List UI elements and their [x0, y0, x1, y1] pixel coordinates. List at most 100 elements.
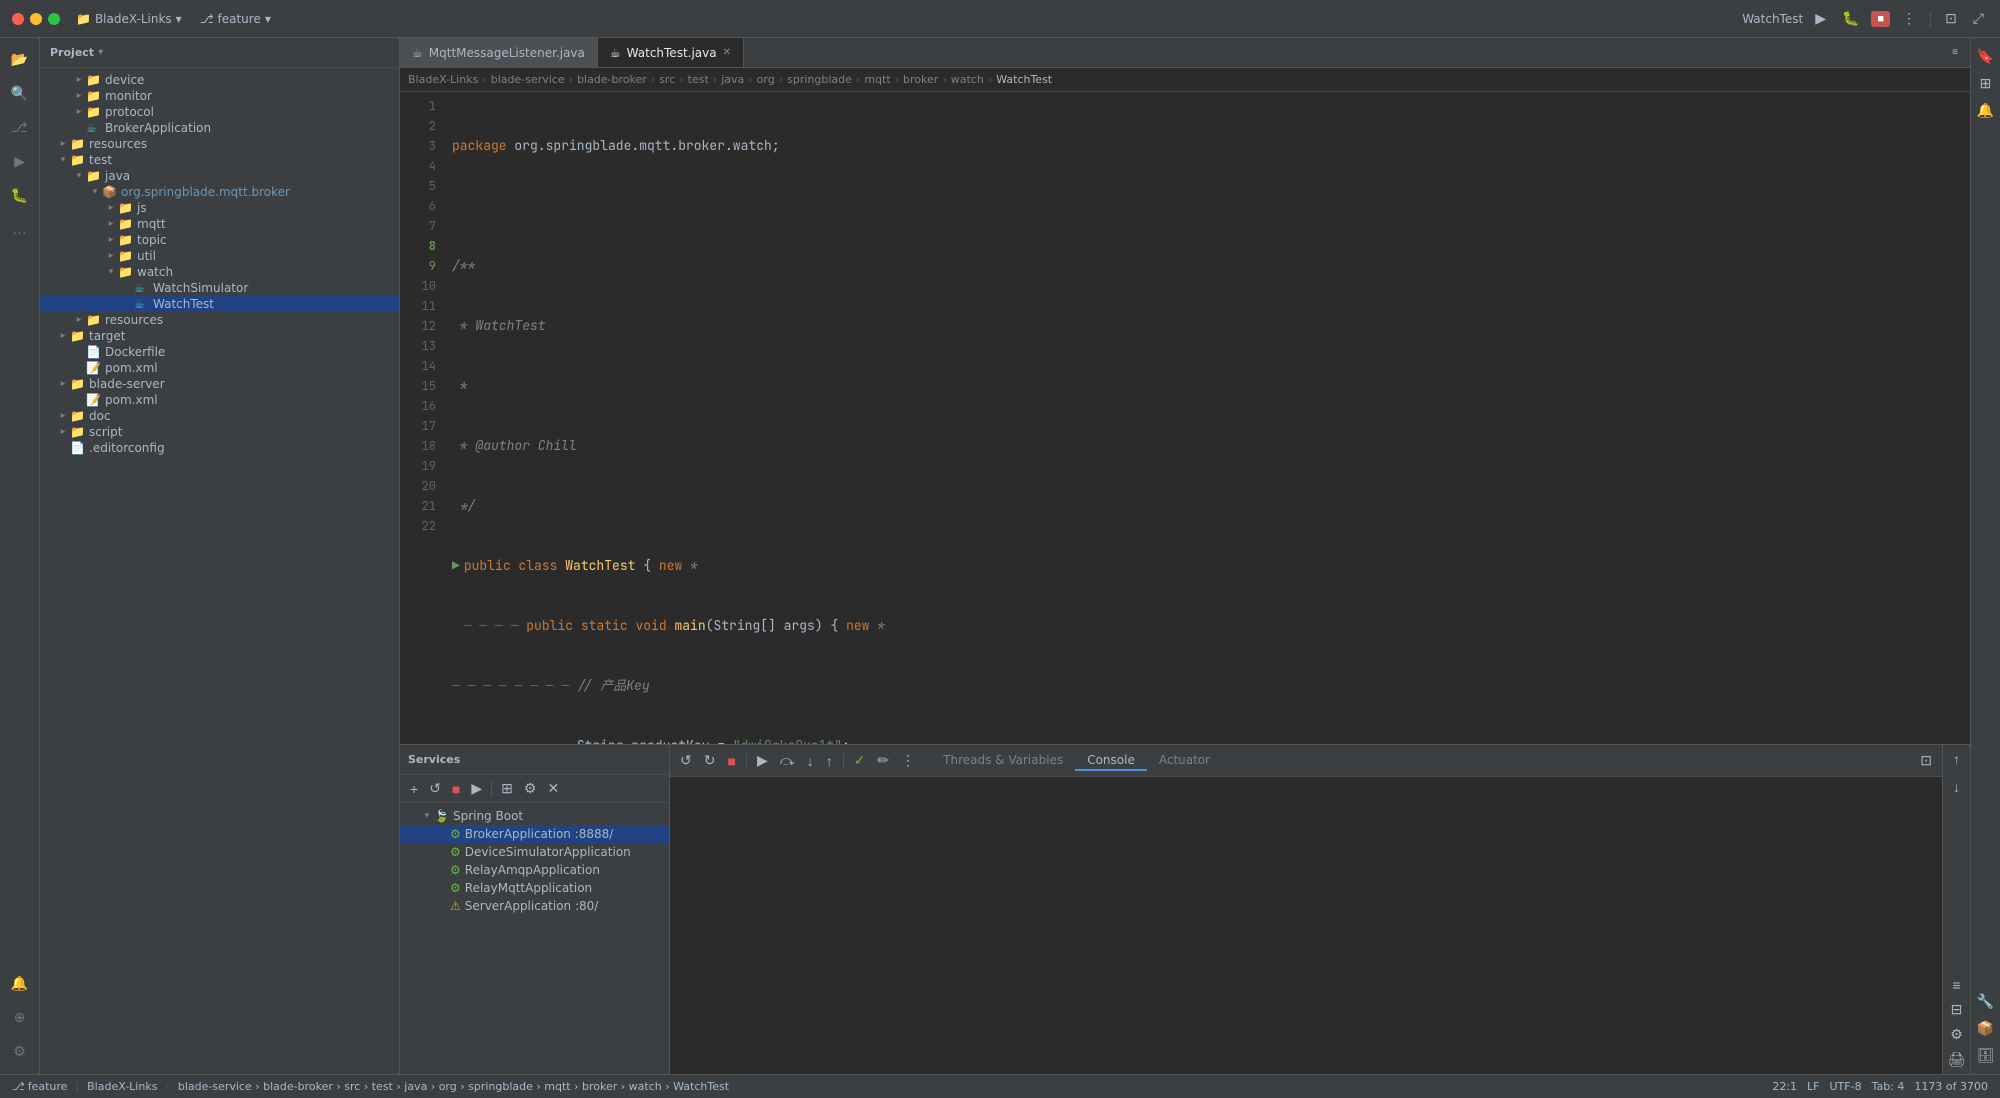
more-debug-button[interactable]: ⋮	[897, 750, 919, 771]
tree-item-watchtest[interactable]: ▸ ☕ WatchTest	[40, 296, 399, 312]
notifications-icon[interactable]: 🔔	[6, 970, 34, 998]
settings-icon[interactable]: ⚙	[6, 1038, 34, 1066]
tree-item-resources2[interactable]: ▸ 📁 resources	[40, 312, 399, 328]
stop-debug-button[interactable]: ■	[723, 751, 739, 771]
console-content[interactable]	[670, 777, 1942, 1074]
tree-item-dockerfile[interactable]: ▸ 📄 Dockerfile	[40, 344, 399, 360]
database-icon[interactable]: 🗄	[1973, 1045, 1999, 1066]
step-out-button[interactable]: ↑	[822, 751, 837, 771]
run-icon[interactable]: ▶	[6, 148, 34, 176]
layout-button[interactable]: ⊞	[497, 778, 517, 799]
tree-item-java[interactable]: ▾ 📁 java	[40, 168, 399, 184]
project-name[interactable]: 📁 BladeX-Links ▾	[76, 12, 182, 26]
bc-org[interactable]: org	[757, 73, 775, 86]
resume-button[interactable]: ▶	[753, 750, 772, 771]
scroll-top-button[interactable]: ↑	[1949, 749, 1964, 769]
branch-selector[interactable]: ⎇ feature ▾	[200, 12, 271, 26]
debug-icon[interactable]: 🐛	[6, 182, 34, 210]
tree-item-blade-server[interactable]: ▸ 📁 blade-server	[40, 376, 399, 392]
more-icon[interactable]: …	[6, 216, 34, 244]
evaluate-button[interactable]: ✓	[850, 750, 870, 771]
tree-item-device[interactable]: ▸ 📁 device	[40, 72, 399, 88]
line-ending[interactable]: LF	[1803, 1080, 1823, 1093]
tree-item-brokerapplication[interactable]: ▸ ☕ BrokerApplication	[40, 120, 399, 136]
maximize-button[interactable]	[48, 13, 60, 25]
scroll-end-button[interactable]: ↓	[1949, 777, 1964, 797]
debug-run-button[interactable]: 🐛	[1838, 8, 1863, 29]
bc-springblade[interactable]: springblade	[787, 73, 852, 86]
bc-watchtest[interactable]: WatchTest	[996, 73, 1052, 86]
restore-button[interactable]: ⊡	[1941, 8, 1961, 29]
project-icon[interactable]: 📂	[6, 46, 34, 74]
restart-service-button[interactable]: ↺	[425, 778, 445, 799]
project-tree[interactable]: ▸ 📁 device ▸ 📁 monitor ▸ 📁 protocol ▸ ☕	[40, 68, 399, 1074]
service-item-spring-boot[interactable]: ▾ 🍃 Spring Boot	[400, 807, 669, 825]
tab-threads-variables[interactable]: Threads & Variables	[931, 751, 1075, 771]
filter-log-button[interactable]: ⊟	[1947, 999, 1967, 1020]
tree-item-util[interactable]: ▸ 📁 util	[40, 248, 399, 264]
step-into-button[interactable]: ↓	[803, 751, 818, 771]
run-service-button[interactable]: ▶	[467, 778, 486, 799]
tree-item-script[interactable]: ▸ 📁 script	[40, 424, 399, 440]
close-button[interactable]	[12, 13, 24, 25]
find-icon[interactable]: 🔍	[6, 80, 34, 108]
tree-item-editorconfig[interactable]: ▸ 📄 .editorconfig	[40, 440, 399, 456]
tree-item-monitor[interactable]: ▸ 📁 monitor	[40, 88, 399, 104]
bc-broker[interactable]: broker	[903, 73, 938, 86]
expand-panel-button[interactable]: ⊡	[1916, 750, 1936, 771]
tree-item-package[interactable]: ▾ 📦 org.springblade.mqtt.broker	[40, 184, 399, 200]
bc-src[interactable]: src	[659, 73, 675, 86]
sort-alpha-button[interactable]: ≡	[1948, 975, 1964, 995]
tree-item-doc[interactable]: ▸ 📁 doc	[40, 408, 399, 424]
close-panel-button[interactable]: ✕	[543, 778, 563, 799]
charset[interactable]: UTF-8	[1826, 1080, 1866, 1093]
stop-button[interactable]: ■	[1871, 11, 1890, 27]
service-item-server[interactable]: ▸ ⚠ ServerApplication :80/	[400, 897, 669, 915]
bookmarks-icon[interactable]: 🔖	[1973, 46, 1998, 67]
bc-bladelinks[interactable]: BladeX-Links	[408, 73, 478, 86]
gradle-icon[interactable]: 🔧	[1973, 991, 1998, 1012]
more-options-button[interactable]: ⋮	[1898, 8, 1920, 29]
recent-files-button[interactable]: ≡	[1948, 45, 1962, 60]
code-editor[interactable]: 1 2 3 4 5 6 7 8 9 10 11 12 13 14 15 16 1	[400, 92, 1970, 744]
tree-item-mqtt[interactable]: ▸ 📁 mqtt	[40, 216, 399, 232]
tab-mqttmessagelistener[interactable]: ☕ MqttMessageListener.java	[400, 38, 598, 67]
tree-item-protocol[interactable]: ▸ 📁 protocol	[40, 104, 399, 120]
expand-button[interactable]: ⤢	[1969, 8, 1988, 29]
tree-item-topic[interactable]: ▸ 📁 topic	[40, 232, 399, 248]
service-item-relaymqtt[interactable]: ▸ ⚙ RelayMqttApplication	[400, 879, 669, 897]
tab-close-button[interactable]: ✕	[723, 47, 731, 58]
git-branch-status[interactable]: ⎇ feature	[8, 1080, 71, 1093]
service-item-relayamqp[interactable]: ▸ ⚙ RelayAmqpApplication	[400, 861, 669, 879]
tree-item-watch[interactable]: ▾ 📁 watch	[40, 264, 399, 280]
notifications2-icon[interactable]: 🔔	[1973, 100, 1998, 121]
run-button[interactable]: ▶	[1811, 8, 1830, 29]
code-content[interactable]: package org.springblade.mqtt.broker.watc…	[444, 92, 1970, 744]
cursor-position[interactable]: 22:1	[1768, 1080, 1801, 1093]
minimize-button[interactable]	[30, 13, 42, 25]
restart-debug-button[interactable]: ↺	[676, 750, 696, 771]
tree-item-watchsimulator[interactable]: ▸ ☕ WatchSimulator	[40, 280, 399, 296]
settings-log-button[interactable]: ⚙	[1946, 1024, 1967, 1045]
bc-blade-service[interactable]: blade-service	[491, 73, 565, 86]
tree-item-target[interactable]: ▸ 📁 target	[40, 328, 399, 344]
tab-actuator[interactable]: Actuator	[1147, 751, 1222, 771]
edit-button[interactable]: ✏	[873, 750, 893, 771]
bc-java[interactable]: java	[721, 73, 744, 86]
bc-blade-broker[interactable]: blade-broker	[577, 73, 647, 86]
tab-watchtest[interactable]: ☕ WatchTest.java ✕	[598, 38, 744, 67]
services-tree[interactable]: ▾ 🍃 Spring Boot ▸ ⚙ BrokerApplication :8…	[400, 803, 669, 1074]
indent[interactable]: Tab: 4	[1868, 1080, 1909, 1093]
structure-icon[interactable]: ⊞	[1976, 73, 1996, 94]
bc-mqtt[interactable]: mqtt	[864, 73, 890, 86]
bc-watch[interactable]: watch	[951, 73, 984, 86]
git-icon[interactable]: ⊕	[6, 1004, 34, 1032]
service-item-devicesimulator[interactable]: ▸ ⚙ DeviceSimulatorApplication	[400, 843, 669, 861]
stop-service-button[interactable]: ■	[448, 779, 464, 799]
tree-item-pomxml[interactable]: ▸ 📝 pom.xml	[40, 360, 399, 376]
restart-debug2-button[interactable]: ↻	[700, 750, 720, 771]
tab-console[interactable]: Console	[1075, 751, 1147, 771]
add-service-button[interactable]: +	[406, 779, 422, 799]
tree-item-pom2[interactable]: ▸ 📝 pom.xml	[40, 392, 399, 408]
tree-item-test[interactable]: ▾ 📁 test	[40, 152, 399, 168]
